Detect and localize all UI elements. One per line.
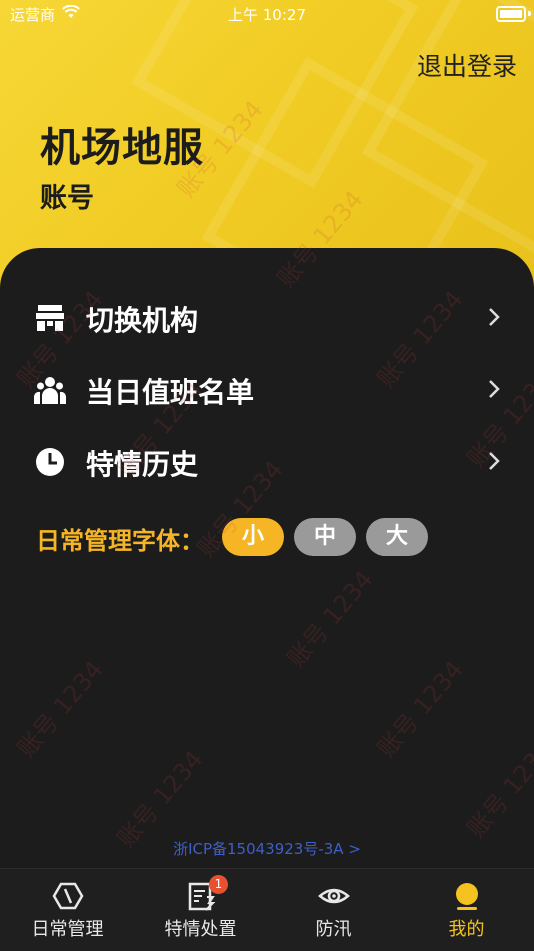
menu-item-label: 当日值班名单 bbox=[86, 376, 255, 409]
eye-icon bbox=[318, 888, 350, 904]
tab-profile[interactable]: 我的 bbox=[400, 869, 533, 951]
org-name: 机场地服 bbox=[40, 125, 204, 171]
tab-label: 防汛 bbox=[315, 919, 352, 940]
chevron-right-icon bbox=[489, 380, 500, 398]
font-size-medium-button[interactable]: 中 bbox=[294, 518, 356, 556]
people-icon bbox=[34, 377, 66, 404]
menu-item-switch-org[interactable]: 切换机构 bbox=[0, 287, 534, 347]
logout-button[interactable]: 退出登录 bbox=[417, 47, 517, 83]
clock-label: 上午 10:27 bbox=[228, 6, 306, 24]
font-size-selector: 日常管理字体： 小 中 大 bbox=[36, 515, 506, 559]
tab-bar: 日常管理 1 特情处置 防汛 我的 bbox=[0, 868, 534, 951]
chevron-right-icon bbox=[489, 452, 500, 470]
status-bar: 运营商 上午 10:27 bbox=[0, 0, 534, 28]
battery-tip bbox=[528, 11, 531, 16]
chevron-right-icon bbox=[489, 308, 500, 326]
account-label: 账号 bbox=[40, 183, 94, 214]
menu-item-duty-roster[interactable]: 当日值班名单 bbox=[0, 359, 534, 419]
switch-org-icon bbox=[36, 305, 64, 331]
tab-flood-control[interactable]: 防汛 bbox=[267, 869, 400, 951]
menu-item-incident-history[interactable]: 特情历史 bbox=[0, 431, 534, 491]
icp-link[interactable]: 浙ICP备15043923号-3A > bbox=[0, 838, 534, 859]
notification-badge: 1 bbox=[209, 875, 228, 894]
tab-incident-handling[interactable]: 1 特情处置 bbox=[134, 869, 267, 951]
font-size-small-button[interactable]: 小 bbox=[222, 518, 284, 556]
menu-item-label: 切换机构 bbox=[86, 304, 199, 337]
hexagon-icon bbox=[52, 882, 84, 910]
tab-label: 特情处置 bbox=[164, 919, 237, 940]
tab-daily-management[interactable]: 日常管理 bbox=[1, 869, 134, 951]
battery-icon bbox=[496, 6, 526, 22]
tab-label: 日常管理 bbox=[31, 919, 104, 940]
profile-icon bbox=[456, 883, 478, 910]
font-size-label: 日常管理字体： bbox=[36, 527, 204, 555]
clock-icon bbox=[36, 448, 64, 476]
tab-label: 我的 bbox=[448, 919, 485, 940]
font-size-large-button[interactable]: 大 bbox=[366, 518, 428, 556]
menu-item-label: 特情历史 bbox=[86, 448, 199, 481]
